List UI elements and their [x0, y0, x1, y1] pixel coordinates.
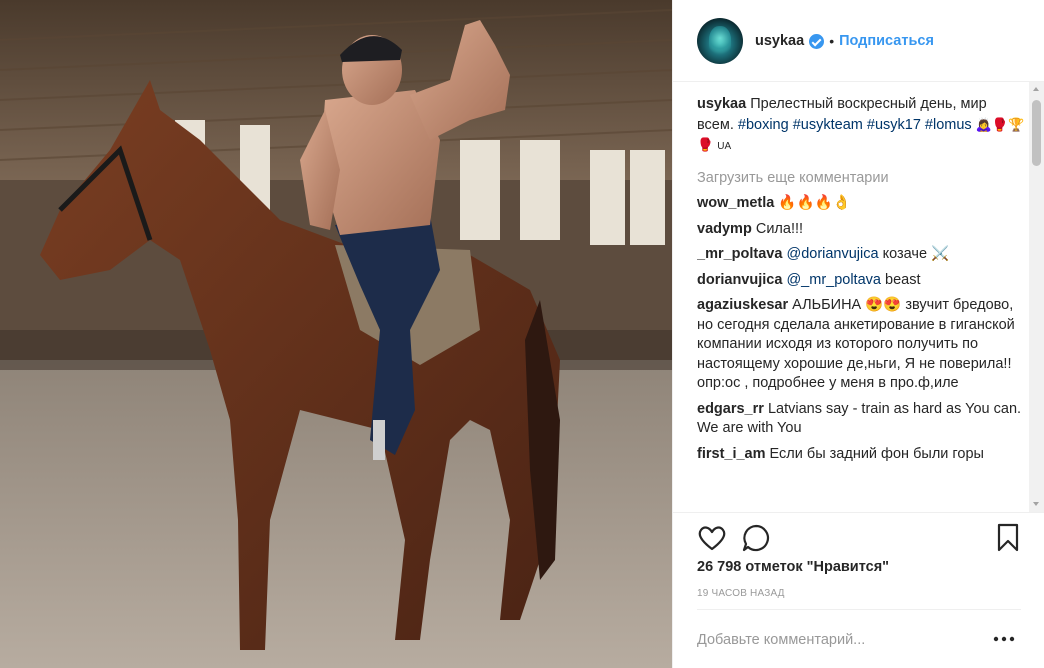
comment-item: wow_metla 🔥🔥🔥👌	[697, 194, 1027, 214]
comment-username[interactable]: edgars_rr	[697, 401, 764, 417]
comments-list[interactable]: usykaa Прелестный воскресный день, мир в…	[697, 95, 1027, 511]
post-photo[interactable]	[0, 0, 672, 668]
comment-input[interactable]	[697, 627, 977, 653]
avatar[interactable]	[697, 17, 743, 64]
comment-item: agaziuskesar АЛЬБИНА 😍😍 звучит бредово, …	[697, 296, 1027, 394]
more-options-icon[interactable]	[993, 635, 1015, 643]
caption-username[interactable]: usykaa	[697, 96, 746, 112]
post-timestamp[interactable]: 19 ЧАСОВ НАЗАД	[697, 588, 785, 599]
hashtag-link[interactable]: #boxing	[738, 117, 789, 133]
comment-username[interactable]: _mr_poltava	[697, 246, 782, 262]
comment-username[interactable]: wow_metla	[697, 195, 774, 211]
separator-dot: •	[829, 32, 835, 49]
mention-link[interactable]: @dorianvujica	[786, 246, 878, 262]
verified-badge-icon	[809, 34, 825, 49]
follow-button[interactable]: Подписаться	[839, 33, 934, 49]
mention-link[interactable]: @_mr_poltava	[786, 272, 881, 288]
comment-item: vadymp Сила!!!	[697, 220, 1027, 240]
heart-icon[interactable]	[695, 521, 729, 555]
hashtag-link[interactable]: #lomus	[925, 117, 972, 133]
riding-photo	[0, 0, 672, 668]
comment-text: козаче ⚔️	[882, 246, 950, 262]
comment-username[interactable]: first_i_am	[697, 446, 766, 462]
hashtag-link[interactable]: #usyk17	[867, 117, 921, 133]
comment-item: first_i_am Если бы задний фон были горы	[697, 445, 1027, 465]
add-comment-section	[697, 609, 1021, 668]
comment-text: 🔥🔥🔥👌	[778, 195, 851, 211]
post-header: usykaa • Подписаться	[673, 0, 1044, 82]
caption-ua-badge: UA	[717, 141, 732, 152]
comment-text: Если бы задний фон были горы	[769, 445, 984, 462]
comment-item: edgars_rr Latvians say - train as hard a…	[697, 400, 1027, 439]
comments-scrollbar[interactable]	[1029, 82, 1044, 512]
scroll-up-arrow-icon[interactable]	[1029, 82, 1044, 97]
comment-item: dorianvujica @_mr_poltava beast	[697, 271, 1027, 291]
load-more-comments-button[interactable]: Загрузить еще комментарии	[697, 169, 1027, 189]
likes-count[interactable]: 26 798 отметок "Нравится"	[697, 559, 889, 575]
comment-username[interactable]: dorianvujica	[697, 272, 782, 288]
post-actions-bar	[673, 512, 1044, 564]
post-side-panel: usykaa • Подписаться usykaa Прелестный в…	[672, 0, 1044, 668]
comment-icon[interactable]	[739, 521, 773, 555]
post-caption: usykaa Прелестный воскресный день, мир в…	[697, 95, 1027, 157]
scroll-down-arrow-icon[interactable]	[1029, 497, 1044, 512]
comment-username[interactable]: vadymp	[697, 221, 752, 237]
comment-item: _mr_poltava @dorianvujica козаче ⚔️	[697, 245, 1027, 265]
author-username[interactable]: usykaa	[755, 33, 804, 49]
hashtag-link[interactable]: #usykteam	[793, 117, 863, 133]
bookmark-icon[interactable]	[991, 521, 1025, 555]
comment-username[interactable]: agaziuskesar	[697, 297, 788, 313]
scrollbar-thumb[interactable]	[1032, 100, 1041, 166]
comment-text: Сила!!!	[755, 220, 804, 237]
comment-text: beast	[885, 271, 921, 288]
